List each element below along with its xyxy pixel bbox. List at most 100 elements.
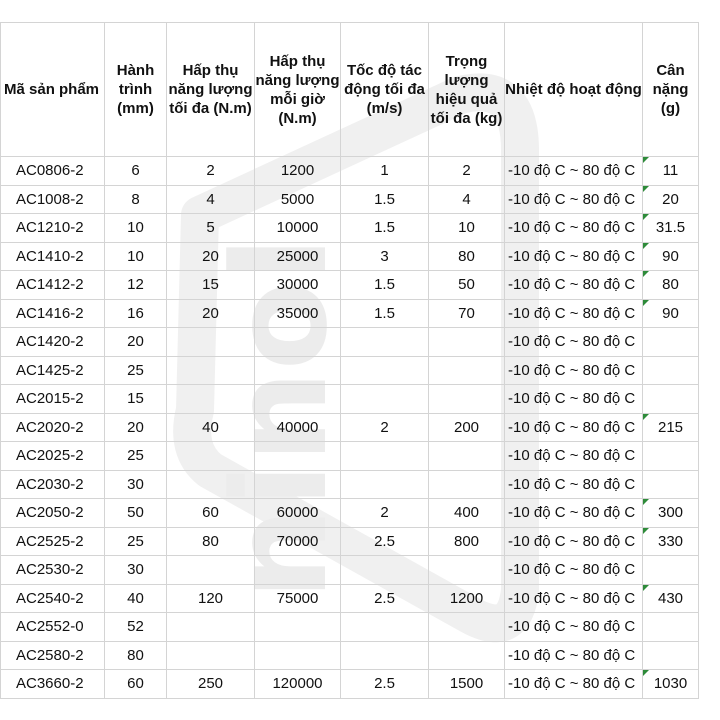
cell-stroke: 40 — [104, 583, 167, 613]
cell-effective-mass — [428, 555, 505, 585]
cell-operating-temp: -10 độ C ~ 80 độ C — [504, 355, 643, 385]
cell-effective-mass — [428, 355, 505, 385]
cell-effective-mass: 70 — [428, 298, 505, 328]
table-row: AC2552-0 52 -10 độ C ~ 80 độ C — [0, 612, 699, 642]
header-operating-temp: Nhiệt độ hoạt động — [504, 22, 643, 157]
cell-product-code: AC2530-2 — [0, 555, 105, 585]
cell-hourly-energy: 120000 — [254, 669, 341, 699]
cell-effective-mass — [428, 612, 505, 642]
cell-max-speed: 3 — [340, 241, 429, 271]
cell-max-energy: 2 — [166, 156, 255, 186]
cell-weight: 90 — [642, 298, 699, 328]
cell-stroke: 25 — [104, 526, 167, 556]
table-row: AC1410-2 10 20 25000 3 80 -10 độ C ~ 80 độ C 90 — [0, 241, 699, 271]
cell-weight: 90 — [642, 241, 699, 271]
cell-product-code: AC2580-2 — [0, 640, 105, 670]
cell-max-energy: 5 — [166, 213, 255, 243]
cell-product-code: AC2015-2 — [0, 384, 105, 414]
cell-max-speed: 2.5 — [340, 669, 429, 699]
cell-max-speed: 2 — [340, 498, 429, 528]
cell-operating-temp: -10 độ C ~ 80 độ C — [504, 669, 643, 699]
cell-weight — [642, 355, 699, 385]
cell-stroke: 6 — [104, 156, 167, 186]
cell-operating-temp: -10 độ C ~ 80 độ C — [504, 384, 643, 414]
cell-max-speed: 2.5 — [340, 583, 429, 613]
cell-operating-temp: -10 độ C ~ 80 độ C — [504, 213, 643, 243]
cell-max-speed: 1.5 — [340, 270, 429, 300]
cell-operating-temp: -10 độ C ~ 80 độ C — [504, 498, 643, 528]
header-stroke: Hành trình (mm) — [104, 22, 167, 157]
cell-hourly-energy — [254, 555, 341, 585]
cell-effective-mass: 1500 — [428, 669, 505, 699]
cell-operating-temp: -10 độ C ~ 80 độ C — [504, 241, 643, 271]
cell-hourly-energy: 1200 — [254, 156, 341, 186]
cell-max-speed — [340, 384, 429, 414]
cell-effective-mass: 200 — [428, 412, 505, 442]
cell-stroke: 52 — [104, 612, 167, 642]
cell-stroke: 20 — [104, 412, 167, 442]
header-weight: Cân nặng (g) — [642, 22, 699, 157]
cell-operating-temp: -10 độ C ~ 80 độ C — [504, 441, 643, 471]
cell-operating-temp: -10 độ C ~ 80 độ C — [504, 612, 643, 642]
cell-hourly-energy: 10000 — [254, 213, 341, 243]
cell-stroke: 20 — [104, 327, 167, 357]
cell-effective-mass: 400 — [428, 498, 505, 528]
cell-max-speed — [340, 612, 429, 642]
cell-max-energy: 20 — [166, 298, 255, 328]
cell-product-code: AC1210-2 — [0, 213, 105, 243]
cell-product-code: AC1425-2 — [0, 355, 105, 385]
cell-max-energy: 40 — [166, 412, 255, 442]
cell-product-code: AC2525-2 — [0, 526, 105, 556]
cell-stroke: 60 — [104, 669, 167, 699]
table-row: AC1008-2 8 4 5000 1.5 4 -10 độ C ~ 80 độ C 20 — [0, 184, 699, 214]
cell-weight: 300 — [642, 498, 699, 528]
cell-weight — [642, 612, 699, 642]
cell-weight: 215 — [642, 412, 699, 442]
table-row: AC1412-2 12 15 30000 1.5 50 -10 độ C ~ 80 độ C… — [0, 270, 699, 300]
cell-product-code: AC2050-2 — [0, 498, 105, 528]
cell-hourly-energy — [254, 612, 341, 642]
table-row: AC2530-2 30 -10 độ C ~ 80 độ C — [0, 555, 699, 585]
cell-operating-temp: -10 độ C ~ 80 độ C — [504, 156, 643, 186]
cell-weight: 20 — [642, 184, 699, 214]
table-row: AC2580-2 80 -10 độ C ~ 80 độ C — [0, 640, 699, 670]
cell-hourly-energy — [254, 469, 341, 499]
cell-hourly-energy — [254, 640, 341, 670]
cell-weight: 31.5 — [642, 213, 699, 243]
cell-weight: 330 — [642, 526, 699, 556]
cell-product-code: AC1416-2 — [0, 298, 105, 328]
cell-max-speed — [340, 640, 429, 670]
cell-product-code: AC0806-2 — [0, 156, 105, 186]
cell-product-code: AC2552-0 — [0, 612, 105, 642]
cell-effective-mass: 1200 — [428, 583, 505, 613]
cell-product-code: AC2025-2 — [0, 441, 105, 471]
cell-operating-temp: -10 độ C ~ 80 độ C — [504, 469, 643, 499]
cell-hourly-energy: 25000 — [254, 241, 341, 271]
cell-operating-temp: -10 độ C ~ 80 độ C — [504, 327, 643, 357]
cell-weight — [642, 384, 699, 414]
cell-hourly-energy — [254, 384, 341, 414]
cell-product-code: AC2020-2 — [0, 412, 105, 442]
product-spec-table: Mã sản phẩm Hành trình (mm) Hấp thụ năng l… — [0, 22, 699, 699]
cell-max-energy: 80 — [166, 526, 255, 556]
cell-max-energy — [166, 469, 255, 499]
cell-effective-mass — [428, 640, 505, 670]
cell-hourly-energy: 30000 — [254, 270, 341, 300]
cell-operating-temp: -10 độ C ~ 80 độ C — [504, 184, 643, 214]
cell-stroke: 8 — [104, 184, 167, 214]
cell-hourly-energy: 70000 — [254, 526, 341, 556]
cell-max-energy — [166, 555, 255, 585]
table-row: AC2020-2 20 40 40000 2 200 -10 độ C ~ 80 độ C2… — [0, 412, 699, 442]
cell-max-speed — [340, 555, 429, 585]
cell-product-code: AC2030-2 — [0, 469, 105, 499]
table-row: AC2030-2 30 -10 độ C ~ 80 độ C — [0, 469, 699, 499]
cell-hourly-energy — [254, 441, 341, 471]
table-row: AC2050-2 50 60 60000 2 400 -10 độ C ~ 80 độ C3… — [0, 498, 699, 528]
cell-effective-mass: 50 — [428, 270, 505, 300]
cell-max-energy — [166, 640, 255, 670]
cell-effective-mass: 80 — [428, 241, 505, 271]
cell-operating-temp: -10 độ C ~ 80 độ C — [504, 583, 643, 613]
table-row: AC2025-2 25 -10 độ C ~ 80 độ C — [0, 441, 699, 471]
cell-weight — [642, 327, 699, 357]
cell-max-energy: 120 — [166, 583, 255, 613]
